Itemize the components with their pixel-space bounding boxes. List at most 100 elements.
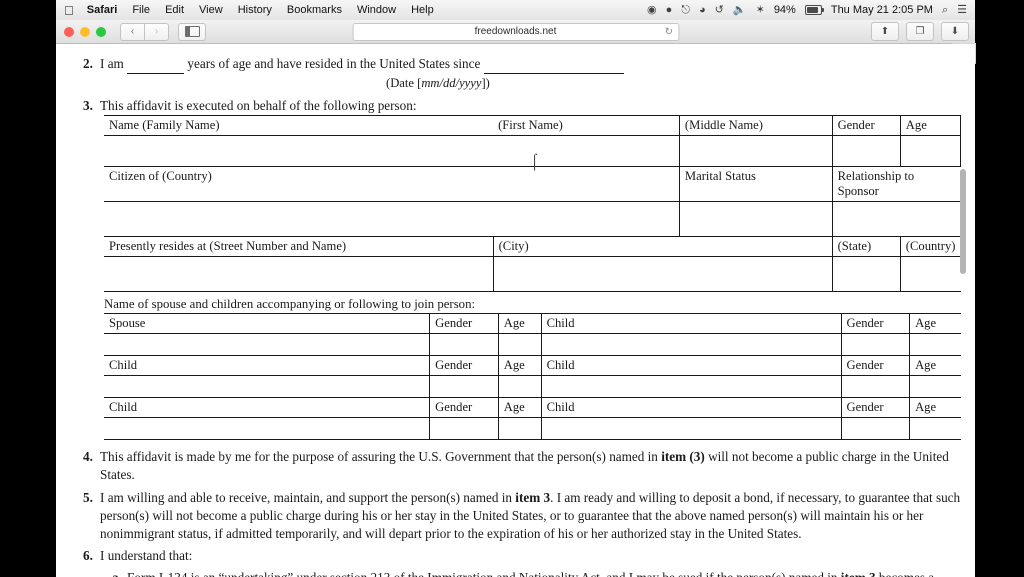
cell-child2-gender[interactable]: Gender xyxy=(429,355,499,377)
menu-item-window[interactable]: Window xyxy=(357,4,396,16)
form-item-6: 6. I understand that: xyxy=(56,547,975,565)
cell-child5-age-value[interactable] xyxy=(909,417,961,441)
bluetooth-icon[interactable]: ✶ xyxy=(756,4,765,16)
cell-child2-gender-value[interactable] xyxy=(429,375,499,399)
downloads-button[interactable]: ⬇ xyxy=(941,22,969,41)
clock-datetime[interactable]: Thu May 21 2:05 PM xyxy=(831,4,933,16)
cell-marital-status-value[interactable] xyxy=(678,201,833,237)
family-table-caption: Name of spouse and children accompanying… xyxy=(104,297,476,312)
cell-child2-age-value[interactable] xyxy=(497,375,542,399)
cell-child1-gender[interactable]: Gender xyxy=(840,313,911,335)
menu-item-help[interactable]: Help xyxy=(411,4,434,16)
time-machine-icon[interactable]: ↺ xyxy=(715,4,724,16)
page-scrollbar-track[interactable] xyxy=(960,44,971,577)
cell-name-first-value[interactable] xyxy=(493,135,680,167)
cell-name-gender-value[interactable] xyxy=(831,135,901,167)
menu-item-history[interactable]: History xyxy=(238,4,272,16)
cell-marital-status[interactable]: Marital Status xyxy=(678,165,833,202)
spotlight-search-icon[interactable]: ⌕ xyxy=(942,4,948,16)
cell-child3-age[interactable]: Age xyxy=(909,355,961,377)
cell-child5-value[interactable] xyxy=(540,417,842,441)
cell-relationship-sponsor[interactable]: Relationship to Sponsor xyxy=(831,165,961,202)
cell-child1-age[interactable]: Age xyxy=(909,313,961,335)
cell-child4-age[interactable]: Age xyxy=(497,397,542,419)
cell-country-value[interactable] xyxy=(899,256,961,293)
cell-name-age[interactable]: Age xyxy=(899,114,962,136)
cell-name-gender[interactable]: Gender xyxy=(831,114,901,136)
item-5-part1: I am willing and able to receive, mainta… xyxy=(100,490,516,506)
cell-child4-gender-value[interactable] xyxy=(429,417,499,441)
cell-state[interactable]: (State) xyxy=(831,235,901,258)
item-5-text: I am willing and able to receive, mainta… xyxy=(100,489,961,542)
menu-item-edit[interactable]: Edit xyxy=(165,4,184,16)
wifi-icon[interactable]: ◕ xyxy=(699,4,706,16)
show-tabs-button[interactable]: ❐ xyxy=(906,22,934,41)
cell-child1-age-value[interactable] xyxy=(909,333,961,357)
cell-country[interactable]: (Country) xyxy=(899,235,961,258)
cell-child2-label[interactable]: Child xyxy=(104,355,431,377)
apple-menu-icon[interactable]:  xyxy=(64,4,74,17)
cell-relationship-sponsor-value[interactable] xyxy=(831,201,961,237)
volume-icon[interactable]: 🔈 xyxy=(733,4,747,16)
cell-name-age-value[interactable] xyxy=(899,135,962,167)
cell-child3-label[interactable]: Child xyxy=(540,355,842,377)
cell-citizen-country-value[interactable] xyxy=(104,201,680,237)
cell-street-address-value[interactable] xyxy=(104,256,494,293)
address-bar[interactable]: freedownloads.net ↻ xyxy=(352,22,679,41)
item-6-number: 6. xyxy=(83,548,93,564)
back-button[interactable]: ‹ xyxy=(120,22,145,41)
cell-child3-age-value[interactable] xyxy=(909,375,961,399)
menu-item-view[interactable]: View xyxy=(199,4,223,16)
cell-name-family[interactable]: Name (Family Name) xyxy=(104,114,494,136)
cell-spouse-label[interactable]: Spouse xyxy=(104,313,431,335)
clock-check-icon[interactable]: ⎋ xyxy=(681,4,690,16)
cell-child2-value[interactable] xyxy=(104,375,431,399)
cell-name-first[interactable]: (First Name) xyxy=(493,114,680,136)
cell-citizen-country[interactable]: Citizen of (Country) xyxy=(104,165,680,202)
cell-child3-gender-value[interactable] xyxy=(840,375,911,399)
cell-child5-label[interactable]: Child xyxy=(540,397,842,419)
forward-button[interactable]: › xyxy=(145,22,169,41)
cell-child2-age[interactable]: Age xyxy=(497,355,542,377)
cell-child5-age[interactable]: Age xyxy=(909,397,961,419)
cell-spouse-gender[interactable]: Gender xyxy=(429,313,499,335)
cell-child4-value[interactable] xyxy=(104,417,431,441)
cell-child4-gender[interactable]: Gender xyxy=(429,397,499,419)
cell-spouse-value[interactable] xyxy=(104,333,431,357)
cell-child4-age-value[interactable] xyxy=(497,417,542,441)
cell-spouse-age-value[interactable] xyxy=(497,333,542,357)
battery-icon[interactable] xyxy=(804,5,824,15)
age-blank-field[interactable] xyxy=(127,55,185,74)
cell-city[interactable]: (City) xyxy=(492,235,833,258)
screen-record-icon[interactable]: ◉ xyxy=(647,4,657,16)
cell-name-family-value[interactable] xyxy=(104,135,494,167)
cell-child5-gender-value[interactable] xyxy=(840,417,911,441)
close-window-button[interactable] xyxy=(64,26,74,37)
page-scrollbar-thumb[interactable] xyxy=(960,169,966,274)
since-date-blank-field[interactable] xyxy=(483,55,624,74)
cell-spouse-gender-value[interactable] xyxy=(429,333,499,357)
cell-name-middle-value[interactable] xyxy=(678,135,833,167)
cell-child1-label[interactable]: Child xyxy=(540,313,842,335)
cell-state-value[interactable] xyxy=(831,256,901,293)
cell-child4-label[interactable]: Child xyxy=(104,397,431,419)
menu-item-safari[interactable]: Safari xyxy=(87,4,118,16)
globe-icon[interactable]: ● xyxy=(666,4,673,16)
menu-item-bookmarks[interactable]: Bookmarks xyxy=(287,4,342,16)
menu-item-file[interactable]: File xyxy=(132,4,150,16)
cell-child3-gender[interactable]: Gender xyxy=(840,355,911,377)
reload-icon[interactable]: ↻ xyxy=(665,26,673,37)
minimize-window-button[interactable] xyxy=(80,26,90,37)
cell-child3-value[interactable] xyxy=(540,375,842,399)
notification-center-icon[interactable]: ☰ xyxy=(957,4,967,16)
cell-spouse-age[interactable]: Age xyxy=(497,313,542,335)
cell-city-value[interactable] xyxy=(492,256,833,293)
show-sidebar-button[interactable] xyxy=(178,22,206,41)
cell-child1-value[interactable] xyxy=(540,333,842,357)
cell-street-address[interactable]: Presently resides at (Street Number and … xyxy=(104,235,494,258)
maximize-window-button[interactable] xyxy=(96,26,106,37)
cell-name-middle[interactable]: (Middle Name) xyxy=(678,114,833,136)
cell-child5-gender[interactable]: Gender xyxy=(840,397,911,419)
cell-child1-gender-value[interactable] xyxy=(840,333,911,357)
share-button[interactable]: ⬆ xyxy=(871,22,899,41)
